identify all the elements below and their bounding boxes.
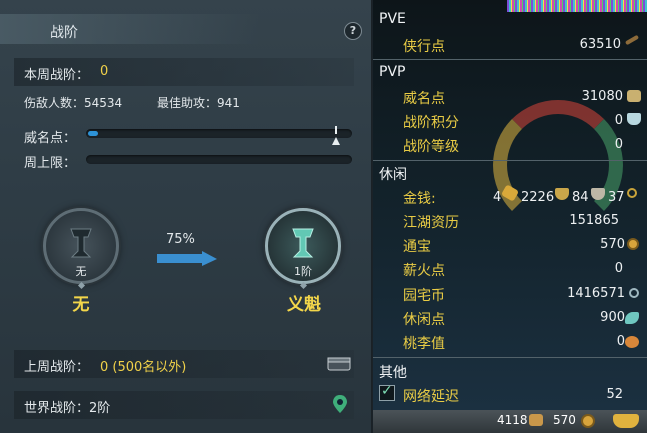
rank-progress-percent: 75% xyxy=(166,232,195,247)
pve-header: PVE xyxy=(379,11,406,27)
leisure-label-xiuxian: 休闲点 xyxy=(403,312,445,328)
fame-cap-tick xyxy=(335,126,337,134)
fame-cap-marker-icon xyxy=(332,137,340,145)
peach-icon xyxy=(625,336,639,348)
pvp-value-points: 0 xyxy=(614,113,623,128)
leisure-value-xiuxian: 900 xyxy=(600,310,625,325)
next-rank-name: 义魁 xyxy=(287,295,321,315)
header-color-stripe xyxy=(507,0,647,12)
money-label: 金钱: xyxy=(403,191,436,207)
leisure-value-jianghu: 151865 xyxy=(569,213,619,228)
chest-icon[interactable] xyxy=(327,354,351,372)
next-rank-caption: 1阶 xyxy=(294,265,312,278)
pve-value-xiaxing: 63510 xyxy=(579,37,621,52)
pvp-label-level: 战阶等级 xyxy=(403,139,459,155)
week-rank-label: 本周战阶： xyxy=(24,68,90,83)
bottom-value-b: 570 xyxy=(553,413,576,427)
panel-header: 战阶 xyxy=(0,14,260,44)
leisure-value-tongbao: 570 xyxy=(600,237,625,252)
currency-panel: PVE 侠行点 63510 PVP 威名点 31080 战阶积分 0 战阶等级 … xyxy=(373,0,647,410)
rank-points-icon xyxy=(627,113,641,125)
fame-label: 威名点： xyxy=(24,131,77,146)
leisure-label-tongbao: 通宝 xyxy=(403,239,431,255)
latency-label: 网络延迟 xyxy=(403,389,459,405)
coin-icon xyxy=(627,188,637,198)
next-rank-emblem: 1阶 xyxy=(265,208,341,284)
leisure-label-jianghu: 江湖资历 xyxy=(403,215,459,231)
tongbao-coin-icon xyxy=(627,238,639,250)
sword-icon xyxy=(624,34,640,46)
week-rank-value: 0 xyxy=(100,64,109,79)
leisure-value-yuanzhai: 1416571 xyxy=(567,286,625,301)
divider xyxy=(373,160,647,161)
pvp-value-fame: 31080 xyxy=(581,89,623,104)
last-week-label: 上周战阶： xyxy=(24,360,90,375)
bottom-value-a: 4118 xyxy=(497,413,528,427)
latency-checkbox[interactable]: ✓ xyxy=(379,383,395,401)
estate-coin-icon xyxy=(629,288,639,298)
current-rank-name: 无 xyxy=(72,295,90,315)
gold-ingot-icon[interactable] xyxy=(613,414,639,428)
money-copper-a: 84 xyxy=(572,190,589,205)
fame-progress-fill xyxy=(88,131,99,136)
current-rank-caption: 无 xyxy=(75,265,87,278)
bottom-status-bar: 4118 570 xyxy=(373,410,647,433)
weekly-cap-progress-bar xyxy=(86,155,352,164)
check-icon: ✓ xyxy=(381,383,393,399)
leisure-value-taoli: 0 xyxy=(616,334,625,349)
current-rank-emblem: 无 xyxy=(43,208,119,284)
money-silver: 2226 xyxy=(521,190,555,205)
rainbow-decoration xyxy=(493,100,623,230)
money-gold-prefix: 4 xyxy=(493,190,502,205)
divider xyxy=(373,59,647,60)
leisure-header: 休闲 xyxy=(379,167,407,183)
latency-value: 52 xyxy=(606,387,623,402)
pvp-value-level: 0 xyxy=(614,137,623,152)
money-copper-b: 37 xyxy=(608,190,625,205)
leisure-label-taoli: 桃李值 xyxy=(403,336,445,352)
weekly-cap-label: 周上限： xyxy=(24,156,77,171)
assists-count: 最佳助攻：941 xyxy=(157,96,240,110)
scroll-icon xyxy=(529,414,543,426)
world-rank-label: 世界战阶：2阶 xyxy=(24,401,111,416)
fame-progress-bar xyxy=(86,129,352,138)
kills-count: 伤敌人数：54534 xyxy=(24,96,123,110)
leisure-label-xinhuo: 薪火点 xyxy=(403,263,445,279)
fame-token-icon xyxy=(627,90,641,102)
panel-title: 战阶 xyxy=(50,25,78,41)
location-pin-icon[interactable] xyxy=(332,394,348,414)
tongbao-coin-icon xyxy=(581,414,595,428)
progress-arrow-icon xyxy=(157,251,217,266)
other-header: 其他 xyxy=(379,365,407,381)
divider xyxy=(373,357,647,358)
last-week-value: 0 (500名以外) xyxy=(100,360,187,375)
battle-rank-panel: 战阶 ? 本周战阶： 0 伤敌人数：54534 最佳助攻：941 威名点： 周上… xyxy=(0,0,372,433)
pvp-label-fame: 威名点 xyxy=(403,91,445,107)
pvp-header: PVP xyxy=(379,64,406,80)
leisure-label-yuanzhai: 园宅币 xyxy=(403,288,445,304)
pve-label-xiaxing: 侠行点 xyxy=(403,39,445,55)
leisure-value-xinhuo: 0 xyxy=(614,261,623,276)
help-button[interactable]: ? xyxy=(344,22,362,40)
pvp-label-points: 战阶积分 xyxy=(403,115,459,131)
